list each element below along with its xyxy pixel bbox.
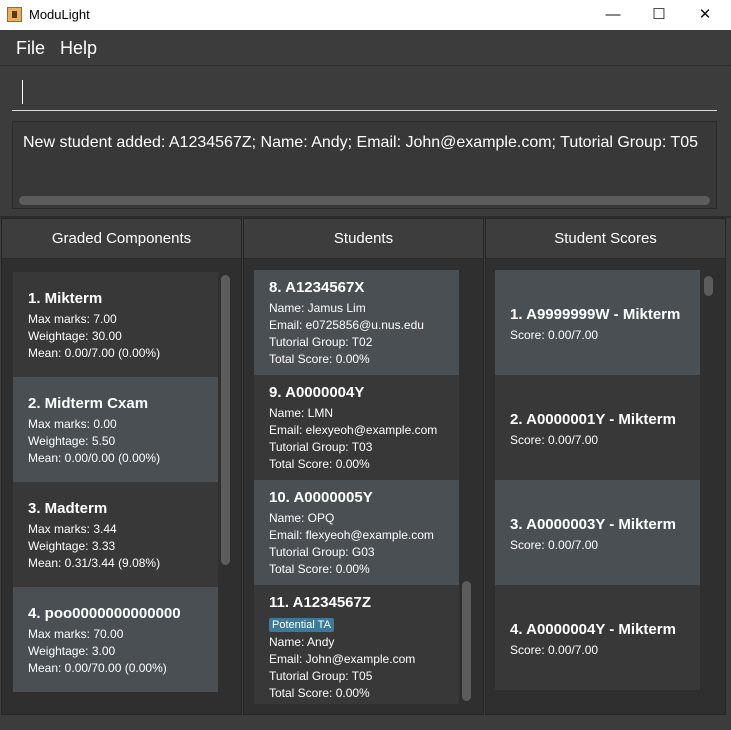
student-title: 11. A1234567Z: [269, 594, 372, 611]
component-mean: Mean: 0.00/0.00 (0.00%): [28, 451, 161, 465]
component-max-marks: Max marks: 0.00: [28, 417, 117, 431]
component-weightage: Weightage: 30.00: [28, 329, 122, 343]
score-value: Score: 0.00/7.00: [510, 433, 599, 447]
component-max-marks: Max marks: 70.00: [28, 627, 124, 641]
student-card[interactable]: 9. A0000004Y Name: LMN Email: elexyeoh@e…: [254, 375, 459, 480]
graded-component-card[interactable]: 2. Midterm Cxam Max marks: 0.00 Weightag…: [13, 377, 218, 482]
window-title: ModuLight: [29, 7, 90, 22]
score-value: Score: 0.00/7.00: [510, 328, 599, 342]
student-total-score: Total Score: 0.00%: [269, 686, 370, 700]
component-max-marks: Max marks: 7.00: [28, 312, 117, 326]
student-title: 9. A0000004Y: [269, 384, 365, 401]
student-name: Name: Jamus Lim: [269, 301, 366, 315]
menu-file[interactable]: File: [16, 38, 45, 59]
student-title: 8. A1234567X: [269, 279, 365, 296]
graded-components-header: Graded Components: [2, 219, 241, 259]
student-email: Email: elexyeoh@example.com: [269, 423, 438, 437]
graded-component-card[interactable]: 1. Mikterm Max marks: 7.00 Weightage: 30…: [13, 272, 218, 377]
students-scrollbar[interactable]: [462, 581, 471, 701]
command-area: [0, 66, 731, 116]
student-name: Name: Andy: [269, 635, 335, 649]
graded-components-list[interactable]: 1. Mikterm Max marks: 7.00 Weightage: 30…: [13, 272, 218, 692]
component-title: 2. Midterm Cxam: [28, 395, 149, 412]
component-title: 1. Mikterm: [28, 290, 103, 307]
menu-bar: File Help: [0, 30, 731, 66]
score-value: Score: 0.00/7.00: [510, 538, 599, 552]
student-tutorial-group: Tutorial Group: T02: [269, 335, 373, 349]
student-scores-list[interactable]: 1. A9999999W - Mikterm Score: 0.00/7.00 …: [495, 270, 700, 690]
component-mean: Mean: 0.00/7.00 (0.00%): [28, 346, 161, 360]
graded-components-panel: Graded Components 1. Mikterm Max marks: …: [1, 218, 242, 715]
student-card[interactable]: 8. A1234567X Name: Jamus Lim Email: e072…: [254, 270, 459, 375]
component-max-marks: Max marks: 3.44: [28, 522, 117, 536]
command-input[interactable]: [12, 74, 717, 111]
student-email: Email: flexyeoh@example.com: [269, 528, 434, 542]
score-value: Score: 0.00/7.00: [510, 643, 599, 657]
title-bar: ModuLight — ☐ ✕: [0, 0, 731, 30]
component-mean: Mean: 0.31/3.44 (9.08%): [28, 556, 161, 570]
student-name: Name: OPQ: [269, 511, 335, 525]
student-email: Email: John@example.com: [269, 652, 416, 666]
student-title: 10. A0000005Y: [269, 489, 373, 506]
score-title: 4. A0000004Y - Mikterm: [510, 621, 676, 638]
student-tutorial-group: Tutorial Group: G03: [269, 545, 375, 559]
text-caret: [22, 80, 23, 104]
graded-components-scrollbar[interactable]: [221, 275, 230, 565]
menu-help[interactable]: Help: [60, 38, 97, 59]
student-scores-header: Student Scores: [486, 219, 725, 259]
student-card[interactable]: 10. A0000005Y Name: OPQ Email: flexyeoh@…: [254, 480, 459, 585]
component-title: 4. poo0000000000000: [28, 605, 181, 622]
minimize-button[interactable]: —: [590, 0, 636, 30]
component-weightage: Weightage: 3.00: [28, 644, 116, 658]
student-score-card[interactable]: 4. A0000004Y - Mikterm Score: 0.00/7.00: [495, 585, 700, 690]
student-name: Name: LMN: [269, 406, 334, 420]
graded-component-card[interactable]: 4. poo0000000000000 Max marks: 70.00 Wei…: [13, 587, 218, 692]
student-tag: Potential TA: [269, 618, 334, 632]
student-scores-panel: Student Scores 1. A9999999W - Mikterm Sc…: [485, 218, 726, 715]
student-tutorial-group: Tutorial Group: T05: [269, 669, 373, 683]
score-title: 2. A0000001Y - Mikterm: [510, 411, 676, 428]
component-weightage: Weightage: 5.50: [28, 434, 116, 448]
close-button[interactable]: ✕: [682, 0, 728, 30]
student-email: Email: e0725856@u.nus.edu: [269, 318, 424, 332]
component-title: 3. Madterm: [28, 500, 108, 517]
student-total-score: Total Score: 0.00%: [269, 562, 370, 576]
student-score-card[interactable]: 1. A9999999W - Mikterm Score: 0.00/7.00: [495, 270, 700, 375]
student-score-card[interactable]: 3. A0000003Y - Mikterm Score: 0.00/7.00: [495, 480, 700, 585]
result-message: New student added: A1234567Z; Name: Andy…: [23, 134, 698, 151]
student-scores-scrollbar[interactable]: [704, 276, 713, 296]
status-bar: [0, 715, 731, 730]
student-score-card[interactable]: 2. A0000001Y - Mikterm Score: 0.00/7.00: [495, 375, 700, 480]
students-panel: Students 8. A1234567X Name: Jamus Lim Em…: [243, 218, 484, 715]
student-total-score: Total Score: 0.00%: [269, 457, 370, 471]
student-tutorial-group: Tutorial Group: T03: [269, 440, 373, 454]
app-icon: [7, 7, 22, 22]
component-mean: Mean: 0.00/70.00 (0.00%): [28, 661, 167, 675]
maximize-button[interactable]: ☐: [636, 0, 682, 30]
students-header: Students: [244, 219, 483, 259]
result-display: New student added: A1234567Z; Name: Andy…: [12, 121, 717, 209]
score-title: 3. A0000003Y - Mikterm: [510, 516, 676, 533]
students-list[interactable]: 8. A1234567X Name: Jamus Lim Email: e072…: [254, 270, 459, 704]
component-weightage: Weightage: 3.33: [28, 539, 116, 553]
score-title: 1. A9999999W - Mikterm: [510, 306, 681, 323]
horizontal-scrollbar[interactable]: [19, 196, 710, 205]
student-total-score: Total Score: 0.00%: [269, 352, 370, 366]
student-card[interactable]: 11. A1234567Z Potential TA Name: Andy Em…: [254, 585, 459, 704]
graded-component-card[interactable]: 3. Madterm Max marks: 3.44 Weightage: 3.…: [13, 482, 218, 587]
